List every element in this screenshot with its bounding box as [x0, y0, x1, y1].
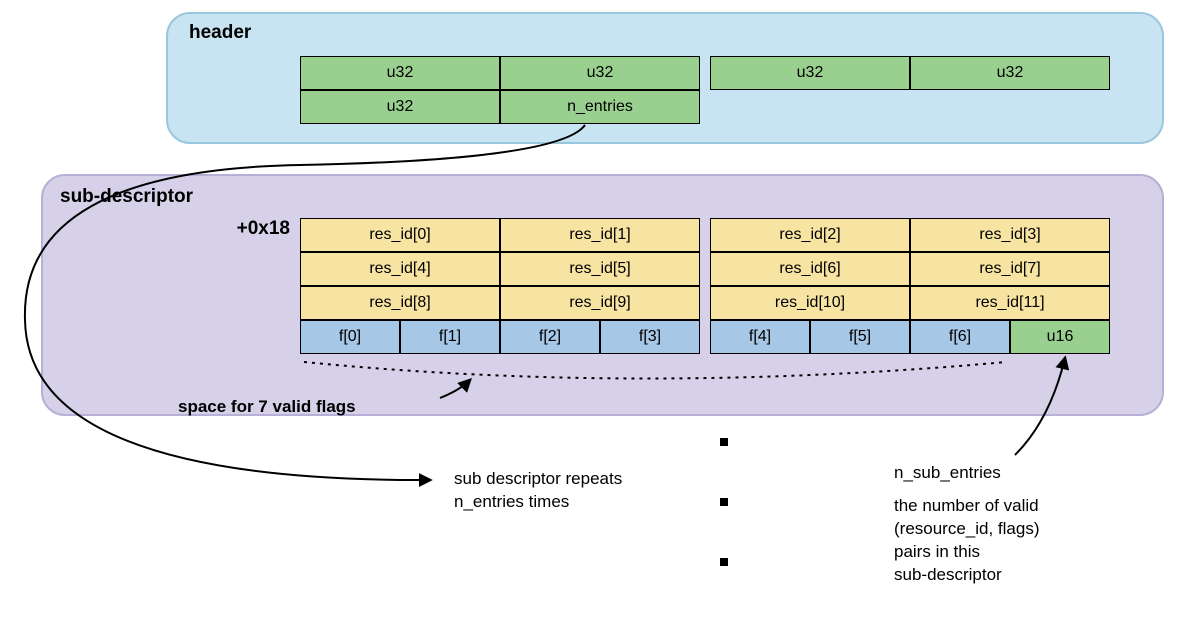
header-row-1: u32 u32 u32 u32 — [300, 56, 1110, 90]
resid-cell: res_id[6] — [710, 252, 910, 286]
resid-cell: res_id[4] — [300, 252, 500, 286]
resid-cell: res_id[9] — [500, 286, 700, 320]
resid-cell: res_id[3] — [910, 218, 1110, 252]
nsub-l3: pairs in this — [894, 541, 980, 564]
header-row-2: u32 n_entries — [300, 90, 700, 124]
nsub-l1: the number of valid — [894, 495, 1039, 518]
n-entries-cell: n_entries — [500, 90, 700, 124]
offset-label: +0x18 — [170, 218, 290, 240]
flag-cell: f[6] — [910, 320, 1010, 354]
nsub-title: n_sub_entries — [894, 462, 1001, 485]
nsub-l2: (resource_id, flags) — [894, 518, 1040, 541]
flag-cell: f[3] — [600, 320, 700, 354]
resid-cell: res_id[2] — [710, 218, 910, 252]
resid-cell: res_id[5] — [500, 252, 700, 286]
repeats-caption-l1: sub descriptor repeats — [454, 468, 622, 491]
ellipsis-dot — [720, 438, 728, 446]
resid-cell: res_id[7] — [910, 252, 1110, 286]
resid-row-0: res_id[0] res_id[1] res_id[2] res_id[3] — [300, 218, 1110, 252]
nsub-l4: sub-descriptor — [894, 564, 1002, 587]
resid-cell: res_id[8] — [300, 286, 500, 320]
flag-cell: f[0] — [300, 320, 400, 354]
flag-cell: f[4] — [710, 320, 810, 354]
ellipsis-dot — [720, 558, 728, 566]
flag-cell: f[5] — [810, 320, 910, 354]
space7-caption: space for 7 valid flags — [178, 396, 356, 419]
u16-cell: u16 — [1010, 320, 1110, 354]
u32-cell: u32 — [300, 90, 500, 124]
header-title: header — [189, 22, 251, 44]
repeats-caption-l2: n_entries times — [454, 491, 569, 514]
u32-cell: u32 — [300, 56, 500, 90]
ellipsis-dot — [720, 498, 728, 506]
resid-cell: res_id[1] — [500, 218, 700, 252]
u32-cell: u32 — [910, 56, 1110, 90]
resid-row-1: res_id[4] res_id[5] res_id[6] res_id[7] — [300, 252, 1110, 286]
flags-row: f[0] f[1] f[2] f[3] f[4] f[5] f[6] u16 — [300, 320, 1110, 354]
resid-cell: res_id[10] — [710, 286, 910, 320]
resid-cell: res_id[11] — [910, 286, 1110, 320]
resid-row-2: res_id[8] res_id[9] res_id[10] res_id[11… — [300, 286, 1110, 320]
subdescriptor-title: sub-descriptor — [60, 186, 193, 208]
resid-cell: res_id[0] — [300, 218, 500, 252]
flag-cell: f[1] — [400, 320, 500, 354]
flag-cell: f[2] — [500, 320, 600, 354]
diagram-canvas: header u32 u32 u32 u32 u32 n_entries sub… — [0, 0, 1200, 640]
u32-cell: u32 — [500, 56, 700, 90]
u32-cell: u32 — [710, 56, 910, 90]
